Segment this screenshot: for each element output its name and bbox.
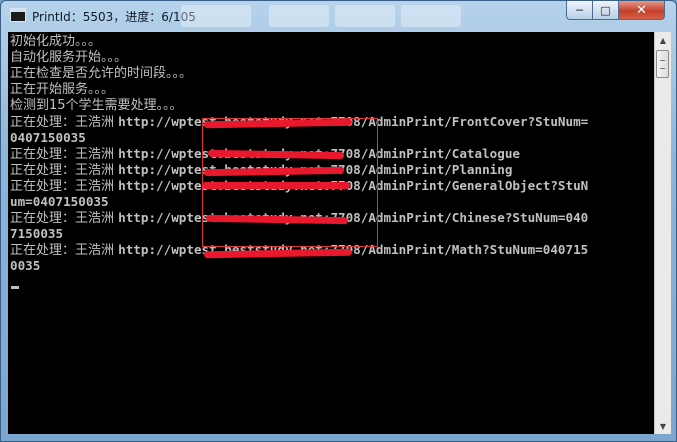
console-line: 正在开始服务。。。 bbox=[10, 82, 115, 97]
console-line: 初始化成功。。。 bbox=[10, 34, 102, 49]
console-line: 检测到15个学生需要处理。。。 bbox=[10, 98, 183, 113]
scroll-down-arrow-icon[interactable]: ▼ bbox=[655, 418, 671, 434]
window-title: PrintId：5503，进度：6/105 bbox=[32, 10, 196, 24]
minimize-icon: ─ bbox=[576, 3, 583, 17]
scroll-up-arrow-icon[interactable]: ▲ bbox=[655, 32, 671, 48]
close-button[interactable]: ✕ bbox=[618, 1, 665, 20]
title-bar[interactable]: PrintId：5503，进度：6/105 ─ □ ✕ bbox=[1, 1, 676, 32]
console-line: 0035 bbox=[10, 258, 41, 273]
vertical-scrollbar[interactable]: ▲ ▼ bbox=[654, 32, 671, 434]
maximize-icon: □ bbox=[600, 3, 611, 17]
title-bar-glare bbox=[401, 5, 461, 27]
text-cursor bbox=[11, 286, 19, 289]
maximize-button[interactable]: □ bbox=[592, 1, 619, 20]
console-line: 0407150035 bbox=[10, 130, 86, 145]
console-line: 7150035 bbox=[10, 226, 64, 241]
console-window: PrintId：5503，进度：6/105 ─ □ ✕ 初始化成功。。。 自动化… bbox=[0, 0, 677, 442]
console-line: 正在检查是否允许的时间段。。。 bbox=[10, 66, 193, 81]
title-bar-glare bbox=[335, 5, 395, 27]
console-line: um=0407150035 bbox=[10, 194, 109, 209]
console-output[interactable]: 初始化成功。。。 自动化服务开始。。。 正在检查是否允许的时间段。。。 正在开始… bbox=[8, 32, 654, 434]
scrollbar-thumb[interactable] bbox=[656, 50, 669, 78]
title-bar-glare bbox=[269, 5, 329, 27]
redaction-mark bbox=[202, 182, 350, 189]
console-app-icon[interactable] bbox=[10, 8, 26, 22]
close-icon: ✕ bbox=[636, 2, 647, 18]
console-line: 自动化服务开始。。。 bbox=[10, 50, 128, 65]
minimize-button[interactable]: ─ bbox=[566, 1, 593, 20]
title-bar-glare bbox=[181, 5, 251, 27]
